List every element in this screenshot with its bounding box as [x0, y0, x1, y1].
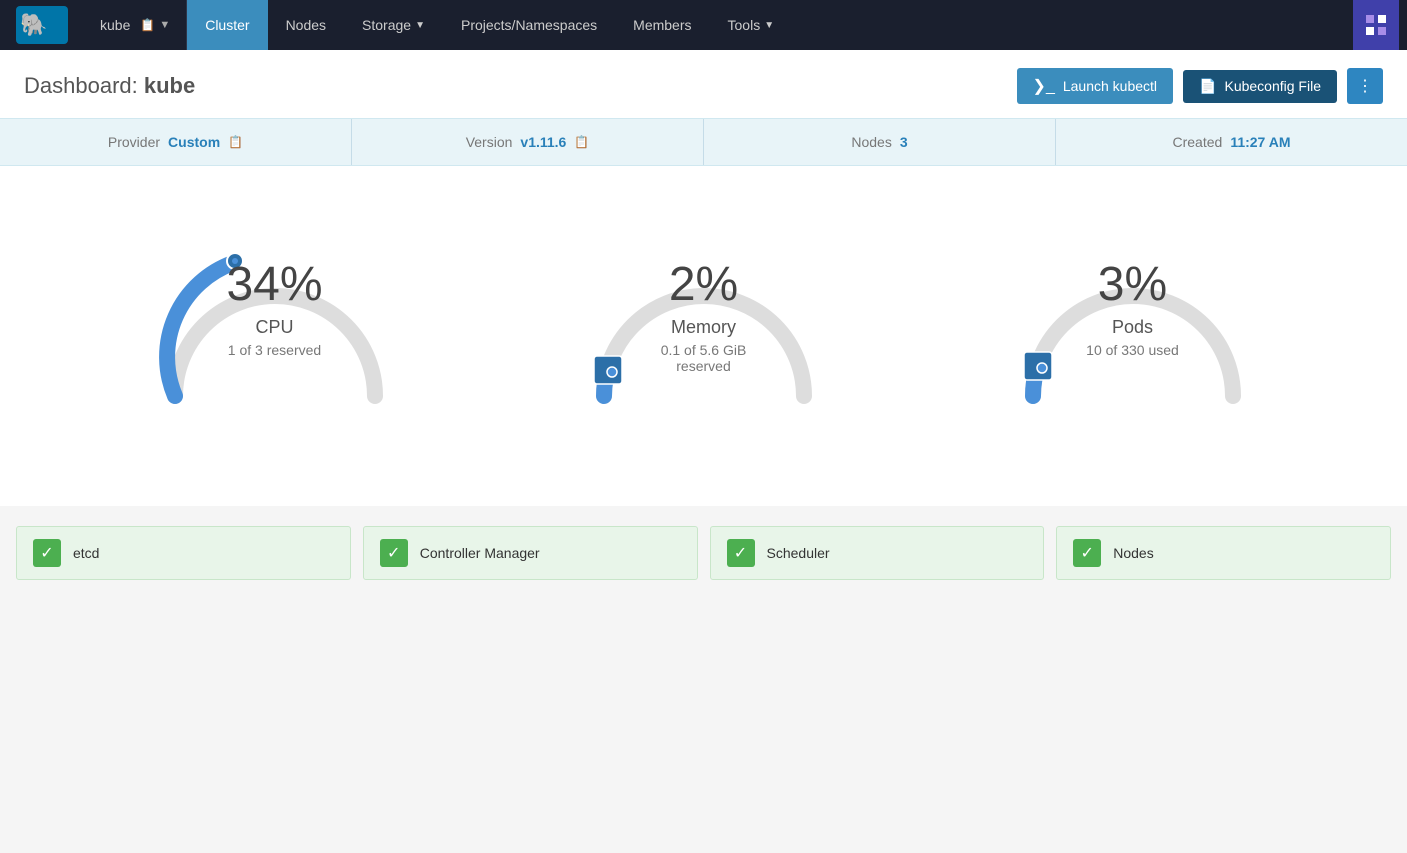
grid-icon [1364, 13, 1388, 37]
nav-item-cluster[interactable]: Cluster [187, 0, 267, 50]
nav-item-tools[interactable]: Tools ▼ [710, 0, 793, 50]
memory-gauge-info: 2% Memory 0.1 of 5.6 GiB reserved [634, 261, 774, 374]
status-etcd: ✓ etcd [16, 526, 351, 580]
header-actions: ❯_ Launch kubectl 📄 Kubeconfig File ⋮ [1017, 68, 1383, 104]
etcd-label: etcd [73, 545, 99, 561]
nav-kube-text: kube [100, 17, 130, 33]
nav-right [1345, 0, 1407, 50]
navbar: 🐘 kube 📋 ▼ Cluster Nodes Storage ▼ Proje… [0, 0, 1407, 50]
nav-grid-icon[interactable] [1353, 0, 1399, 50]
kubeconfig-button[interactable]: 📄 Kubeconfig File [1183, 70, 1337, 103]
nav-item-storage[interactable]: Storage ▼ [344, 0, 443, 50]
status-controller-manager: ✓ Controller Manager [363, 526, 698, 580]
cpu-percent: 34% [226, 261, 322, 309]
nav-logo: 🐘 [0, 0, 84, 50]
cpu-gauge-info: 34% CPU 1 of 3 reserved [226, 261, 322, 358]
pods-percent: 3% [1086, 261, 1179, 309]
nodes-check-icon: ✓ [1073, 539, 1101, 567]
cpu-sublabel: 1 of 3 reserved [226, 342, 322, 358]
controller-manager-label: Controller Manager [420, 545, 540, 561]
memory-sublabel: 0.1 of 5.6 GiB reserved [634, 342, 774, 374]
cpu-label: CPU [226, 317, 322, 338]
gauges-section: 34% CPU 1 of 3 reserved 2% Memory [0, 166, 1407, 506]
controller-manager-check-icon: ✓ [380, 539, 408, 567]
nav-item-nodes[interactable]: Nodes [268, 0, 344, 50]
copy-provider-button[interactable]: 📋 [228, 135, 243, 149]
pods-gauge-info: 3% Pods 10 of 330 used [1086, 261, 1179, 358]
content-area: 34% CPU 1 of 3 reserved 2% Memory [0, 166, 1407, 630]
more-icon: ⋮ [1357, 78, 1373, 95]
nav-kube-clipboard-icon: 📋 [140, 18, 155, 32]
nav-item-members[interactable]: Members [615, 0, 709, 50]
memory-gauge: 2% Memory 0.1 of 5.6 GiB reserved [564, 206, 844, 466]
more-actions-button[interactable]: ⋮ [1347, 68, 1383, 104]
cpu-gauge: 34% CPU 1 of 3 reserved [135, 206, 415, 466]
nav-kube-chevron-icon: ▼ [159, 19, 170, 31]
page-title: Dashboard: kube [24, 73, 195, 99]
file-icon: 📄 [1199, 78, 1216, 95]
nav-item-projects[interactable]: Projects/Namespaces [443, 0, 615, 50]
memory-label: Memory [634, 317, 774, 338]
memory-percent: 2% [634, 261, 774, 309]
etcd-check-icon: ✓ [33, 539, 61, 567]
status-bar: ✓ etcd ✓ Controller Manager ✓ Scheduler … [0, 506, 1407, 600]
rancher-logo-icon: 🐘 [16, 6, 68, 44]
page-header: Dashboard: kube ❯_ Launch kubectl 📄 Kube… [0, 50, 1407, 118]
terminal-icon: ❯_ [1033, 76, 1055, 96]
nodes-status-label: Nodes [1113, 545, 1153, 561]
status-nodes: ✓ Nodes [1056, 526, 1391, 580]
scheduler-label: Scheduler [767, 545, 830, 561]
launch-kubectl-button[interactable]: ❯_ Launch kubectl [1017, 68, 1174, 104]
nav-items: Cluster Nodes Storage ▼ Projects/Namespa… [187, 0, 1345, 50]
pods-gauge: 3% Pods 10 of 330 used [993, 206, 1273, 466]
nav-kube-selector[interactable]: kube 📋 ▼ [84, 0, 187, 50]
status-scheduler: ✓ Scheduler [710, 526, 1045, 580]
tools-chevron-icon: ▼ [764, 20, 774, 31]
pods-sublabel: 10 of 330 used [1086, 342, 1179, 358]
info-bar: Provider Custom 📋 Version v1.11.6 📋 Node… [0, 118, 1407, 166]
svg-text:🐘: 🐘 [20, 12, 47, 37]
info-created: Created 11:27 AM [1056, 119, 1407, 165]
copy-version-button[interactable]: 📋 [574, 135, 589, 149]
info-version: Version v1.11.6 📋 [352, 119, 704, 165]
scheduler-check-icon: ✓ [727, 539, 755, 567]
info-nodes: Nodes 3 [704, 119, 1056, 165]
storage-chevron-icon: ▼ [415, 20, 425, 31]
info-provider: Provider Custom 📋 [0, 119, 352, 165]
pods-label: Pods [1086, 317, 1179, 338]
